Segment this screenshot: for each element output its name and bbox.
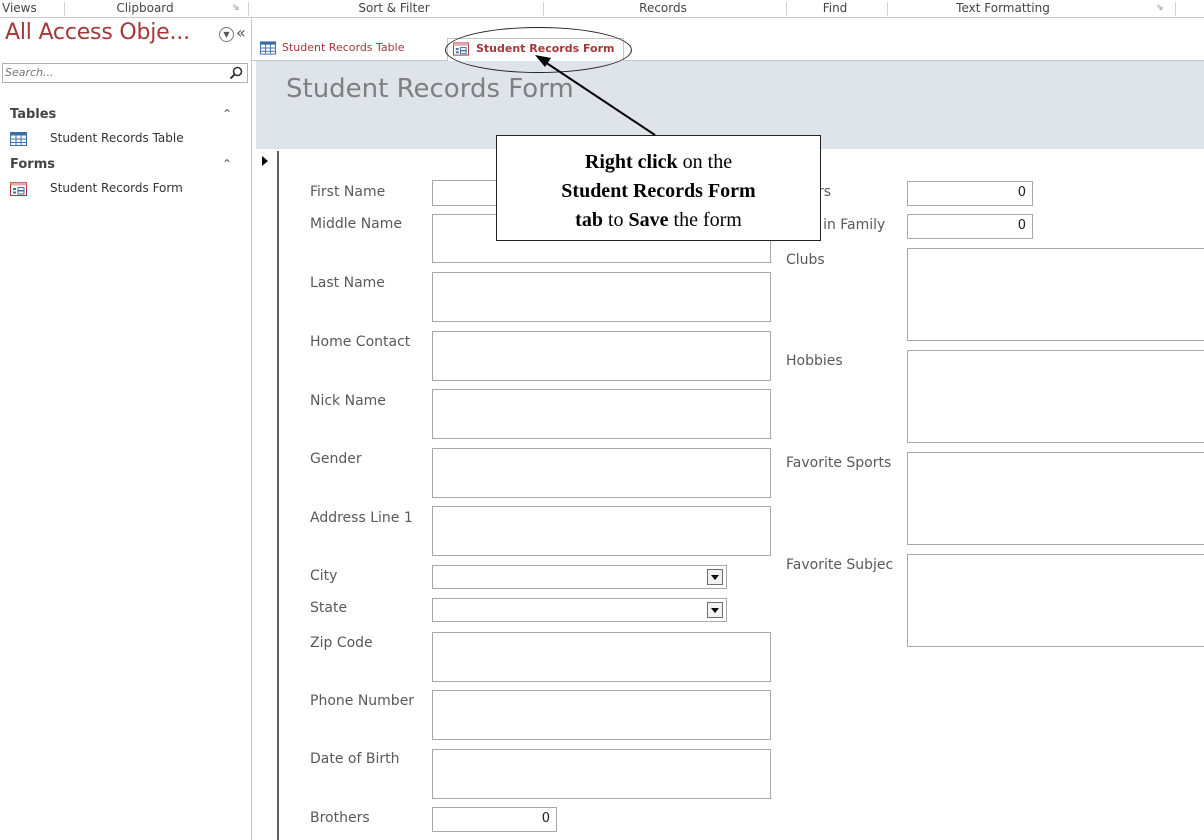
label-phone-number: Phone Number	[310, 693, 415, 709]
callout-line-2: Student Records Form	[497, 177, 820, 206]
nav-search-box[interactable]	[2, 63, 248, 83]
favorite-subject-field[interactable]	[907, 554, 1204, 647]
form-icon	[453, 42, 469, 56]
label-middle-name: Middle Name	[310, 216, 402, 232]
tab-label: Student Records Form	[476, 42, 615, 55]
record-selector[interactable]	[256, 151, 279, 840]
nav-item-student-records-form[interactable]: Student Records Form	[10, 181, 240, 197]
clipboard-dialog-launcher-icon[interactable]: ⇘	[232, 3, 240, 13]
label-home-contact: Home Contact	[310, 334, 411, 350]
label-place-in-family: e in Family	[810, 217, 886, 233]
callout-text: to	[602, 209, 629, 231]
tab-student-records-form[interactable]: Student Records Form	[447, 38, 624, 61]
nav-item-student-records-table[interactable]: Student Records Table	[10, 131, 240, 147]
callout-bold: tab	[575, 209, 603, 231]
collapse-forms-icon[interactable]: ⌃	[222, 157, 232, 171]
ribbon-group-records: Records	[639, 1, 687, 15]
ribbon-group-bar: Views Clipboard ⇘ Sort & Filter Records …	[0, 0, 1204, 18]
sisters-field[interactable]: 0	[907, 181, 1033, 206]
label-last-name: Last Name	[310, 275, 385, 291]
ribbon-group-views: Views	[2, 1, 37, 15]
clubs-field[interactable]	[907, 248, 1204, 341]
phone-number-field[interactable]	[432, 690, 771, 740]
ribbon-separator	[1175, 2, 1176, 16]
callout-text: the form	[668, 209, 742, 231]
form-icon	[10, 182, 27, 196]
instruction-callout: Right click on the Student Records Form …	[496, 135, 821, 241]
nav-item-label: Student Records Table	[50, 131, 184, 145]
search-icon[interactable]	[228, 65, 244, 81]
chevron-down-icon[interactable]	[707, 569, 723, 585]
current-record-arrow-icon	[262, 156, 268, 166]
nav-search-input[interactable]	[5, 65, 220, 79]
chevron-down-icon[interactable]	[707, 602, 723, 618]
callout-bold: Right click	[584, 151, 678, 173]
callout-bold: Student Records Form	[561, 180, 756, 202]
navigation-pane: All Access Obje... ▼ « Tables ⌃ Student …	[0, 18, 252, 840]
last-name-field[interactable]	[432, 272, 771, 322]
ribbon-group-find: Find	[822, 1, 848, 15]
ribbon-group-text-formatting: Text Formatting	[956, 1, 1050, 15]
label-hobbies: Hobbies	[786, 353, 843, 369]
document-tab-strip: Student Records Table Student Records Fo…	[252, 18, 1204, 61]
callout-line-1: Right click on the	[497, 148, 820, 177]
tab-label: Student Records Table	[282, 41, 405, 54]
callout-line-3: tab to Save the form	[497, 206, 820, 235]
label-nick-name: Nick Name	[310, 393, 386, 409]
date-of-birth-field[interactable]	[432, 749, 771, 799]
label-date-of-birth: Date of Birth	[310, 751, 400, 767]
tab-student-records-table[interactable]: Student Records Table	[255, 38, 440, 60]
ribbon-group-sort-filter: Sort & Filter	[358, 1, 430, 15]
zip-code-field[interactable]	[432, 632, 771, 682]
nav-group-forms[interactable]: Forms	[10, 157, 55, 172]
nav-menu-dropdown-icon[interactable]: ▼	[219, 27, 234, 42]
label-gender: Gender	[310, 451, 362, 467]
favorite-sports-field[interactable]	[907, 452, 1204, 545]
nick-name-field[interactable]	[432, 389, 771, 439]
label-city: City	[310, 568, 338, 584]
brothers-field[interactable]: 0	[432, 807, 557, 832]
table-icon	[10, 132, 27, 146]
label-brothers: Brothers	[310, 810, 370, 826]
city-combo[interactable]	[432, 565, 727, 589]
form-title: Student Records Form	[286, 74, 574, 104]
shutter-bar-close-icon[interactable]: «	[236, 23, 246, 42]
label-first-name: First Name	[310, 184, 386, 200]
hobbies-field[interactable]	[907, 350, 1204, 443]
nav-group-tables[interactable]: Tables	[10, 107, 56, 122]
nav-item-label: Student Records Form	[50, 181, 183, 195]
label-state: State	[310, 600, 348, 616]
label-clubs: Clubs	[786, 252, 825, 268]
callout-text: on the	[677, 151, 733, 173]
home-contact-field[interactable]	[432, 331, 771, 381]
table-icon	[260, 41, 276, 55]
label-zip-code: Zip Code	[310, 635, 373, 651]
callout-bold: Save	[628, 209, 669, 231]
label-favorite-sports: Favorite Sports	[786, 455, 892, 471]
label-favorite-subject: Favorite Subjec	[786, 557, 894, 573]
collapse-tables-icon[interactable]: ⌃	[222, 107, 232, 121]
label-address-line-1: Address Line 1	[310, 510, 413, 526]
address-line-1-field[interactable]	[432, 506, 771, 556]
ribbon-group-clipboard: Clipboard	[116, 1, 174, 15]
gender-field[interactable]	[432, 448, 771, 498]
state-combo[interactable]	[432, 598, 727, 622]
text-formatting-dialog-launcher-icon[interactable]: ⇘	[1156, 3, 1164, 13]
place-in-family-field[interactable]: 0	[907, 214, 1033, 239]
nav-pane-title[interactable]: All Access Obje...	[5, 20, 190, 45]
